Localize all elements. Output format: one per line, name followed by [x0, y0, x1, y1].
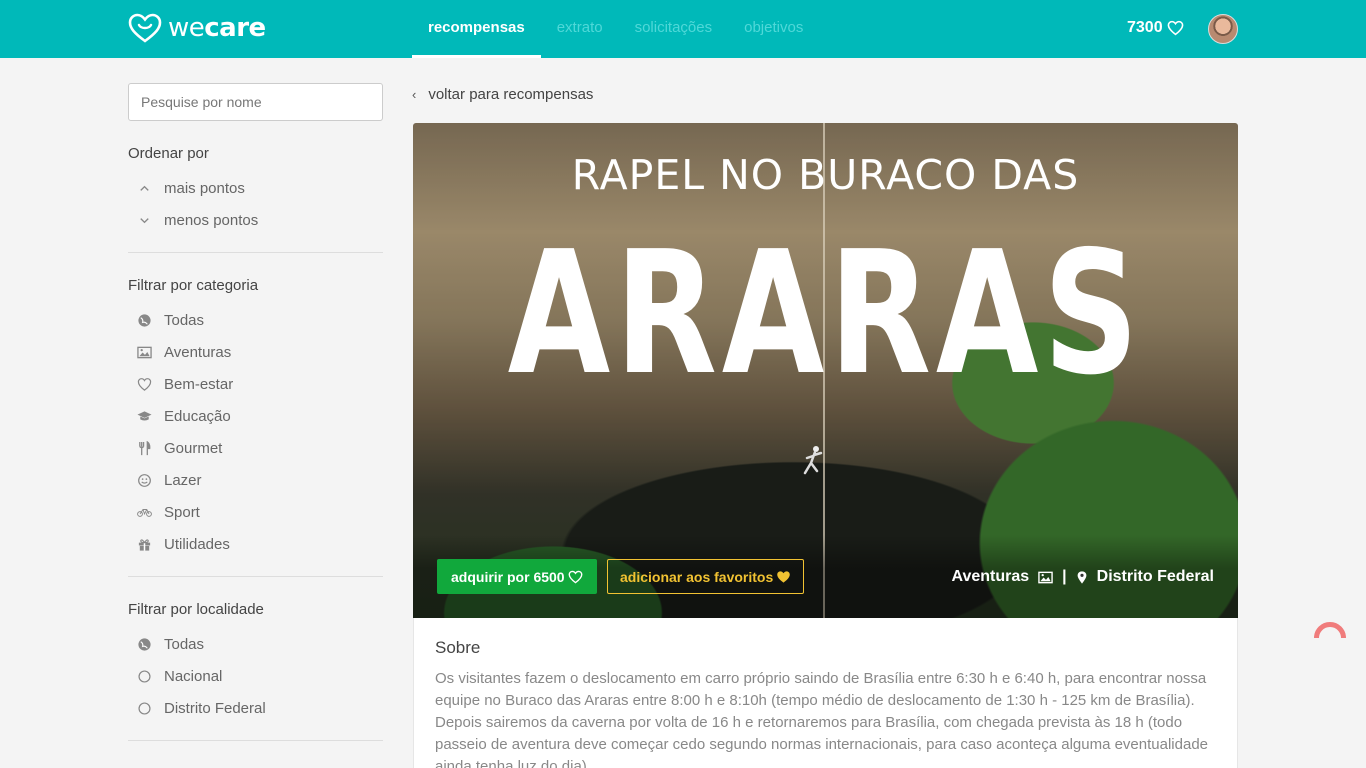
about-title: Sobre: [435, 638, 481, 657]
category-lazer[interactable]: Lazer: [134, 470, 202, 490]
wecare-logo[interactable]: wecare: [128, 13, 266, 43]
points-balance[interactable]: 7300: [1127, 19, 1184, 37]
chevron-left-icon: ‹: [412, 87, 417, 102]
divider: [128, 252, 383, 253]
reward-location: Distrito Federal: [1096, 568, 1214, 585]
main-nav: recompensas extrato solicitações objetiv…: [412, 0, 819, 58]
category-todas[interactable]: Todas: [134, 310, 204, 330]
sort-least-points[interactable]: menos pontos: [134, 210, 258, 230]
reward-hero-image: RAPEL NO BURACO DAS ARARAS adquirir por …: [413, 123, 1238, 618]
buy-label: adquirir por 6500: [451, 568, 565, 585]
location-nacional[interactable]: Nacional: [134, 666, 222, 686]
category-label: Lazer: [164, 471, 202, 489]
radio-icon: [134, 700, 154, 716]
category-label: Educação: [164, 407, 231, 425]
buy-button[interactable]: adquirir por 6500: [437, 559, 597, 594]
heart-logo-icon: [128, 13, 162, 43]
favorite-label: adicionar aos favoritos: [620, 568, 774, 585]
sort-option-label: menos pontos: [164, 211, 259, 229]
back-link[interactable]: ‹ voltar para recompensas: [412, 86, 593, 103]
heart-icon: [568, 570, 583, 583]
chevron-up-icon: [134, 180, 154, 196]
sort-option-label: mais pontos: [164, 179, 245, 197]
add-favorite-button[interactable]: adicionar aos favoritos: [607, 559, 805, 594]
location-title: Filtrar por localidade: [128, 601, 264, 618]
help-widget-icon[interactable]: [1314, 622, 1346, 638]
sort-most-points[interactable]: mais pontos: [134, 178, 245, 198]
radio-icon: [134, 668, 154, 684]
about-section: Sobre Os visitantes fazem o deslocamento…: [413, 618, 1238, 768]
smile-icon: [134, 472, 154, 488]
climber-graphic: [803, 446, 823, 475]
sort-title: Ordenar por: [128, 145, 209, 162]
location-label: Distrito Federal: [164, 699, 266, 717]
category-label: Sport: [164, 503, 200, 521]
heart-icon: [1167, 20, 1183, 36]
top-bar: wecare recompensas extrato solicitações …: [0, 0, 1366, 58]
category-gourmet[interactable]: Gourmet: [134, 438, 222, 458]
image-icon: [134, 344, 154, 360]
category-sport[interactable]: Sport: [134, 502, 200, 522]
category-utilidades[interactable]: Utilidades: [134, 534, 230, 554]
location-distrito-federal[interactable]: Distrito Federal: [134, 698, 266, 718]
category-label: Bem-estar: [164, 375, 234, 393]
category-educacao[interactable]: Educação: [134, 406, 231, 426]
points-value: 7300: [1127, 19, 1163, 36]
category-label: Todas: [164, 311, 205, 329]
hero-actions-bar: adquirir por 6500 adicionar aos favorito…: [413, 535, 1238, 618]
hero-subtitle: RAPEL NO BURACO DAS: [571, 151, 1080, 199]
bicycle-icon: [134, 504, 154, 520]
user-avatar[interactable]: [1208, 14, 1238, 44]
category-label: Gourmet: [164, 439, 223, 457]
map-marker-icon: [1077, 570, 1087, 584]
heart-filled-icon: [777, 570, 791, 583]
image-icon: [1038, 571, 1053, 583]
divider: [128, 740, 383, 741]
tab-solicitacoes[interactable]: solicitações: [619, 0, 729, 58]
globe-icon: [134, 312, 154, 328]
divider: [128, 576, 383, 577]
chevron-down-icon: [134, 212, 154, 228]
cutlery-icon: [134, 440, 154, 456]
hero-title: ARARAS: [507, 215, 1144, 413]
logo-text: wecare: [168, 13, 266, 43]
category-label: Utilidades: [164, 535, 230, 553]
about-text: Os visitantes fazem o deslocamento em ca…: [435, 670, 1208, 768]
heart-icon: [134, 376, 154, 392]
category-title: Filtrar por categoria: [128, 277, 259, 294]
search-input[interactable]: [128, 83, 383, 121]
meta-separator: |: [1062, 568, 1067, 585]
reward-meta: Aventuras | Distrito Federal: [952, 568, 1215, 586]
reward-category: Aventuras: [951, 568, 1030, 585]
category-label: Aventuras: [164, 343, 232, 361]
graduation-cap-icon: [134, 408, 154, 424]
back-label: voltar para recompensas: [428, 86, 594, 103]
globe-icon: [134, 636, 154, 652]
category-bem-estar[interactable]: Bem-estar: [134, 374, 233, 394]
tab-objetivos[interactable]: objetivos: [728, 0, 819, 58]
category-aventuras[interactable]: Aventuras: [134, 342, 231, 362]
location-label: Nacional: [164, 667, 223, 685]
tab-extrato[interactable]: extrato: [541, 0, 619, 58]
location-label: Todas: [164, 635, 205, 653]
location-todas[interactable]: Todas: [134, 634, 204, 654]
gift-icon: [134, 536, 154, 552]
tab-recompensas[interactable]: recompensas: [412, 0, 541, 58]
